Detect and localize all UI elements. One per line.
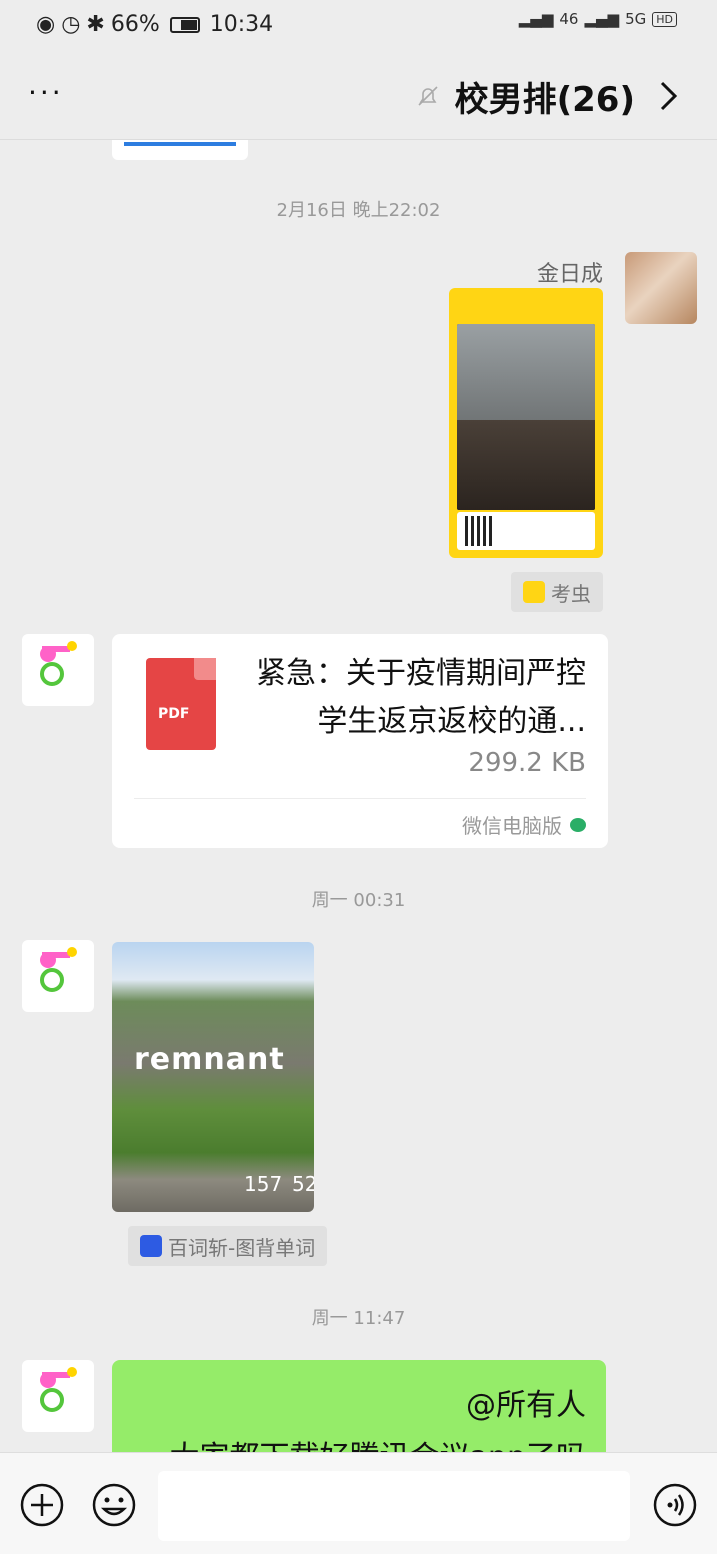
mini-program-card[interactable]: remnant 157 52 (112, 942, 314, 1212)
clock: 10:34 (209, 12, 274, 37)
wechat-icon (570, 817, 586, 832)
divider (134, 798, 586, 799)
eye-icon: ◉ (36, 12, 56, 37)
file-title: 紧急：关于疫情期间严控学生返京返校的通... (256, 656, 586, 739)
cartoon-avatar-icon (40, 1367, 77, 1412)
status-bar: ◉ ◷ ✱ 66% 10:34 ▂▄▆ 46 ▂▄▆ 5G HD (0, 0, 717, 52)
pdf-icon: PDF (146, 658, 216, 750)
more-button[interactable]: ··· (28, 78, 76, 114)
app-source-tag[interactable]: 百词斩-图背单词 (128, 1226, 328, 1266)
file-source: 微信电脑版 (462, 810, 586, 839)
chat-title: 校男排(26) (454, 79, 635, 120)
cartoon-avatar-icon (40, 947, 77, 992)
title-group: 校男排(26) (415, 70, 689, 122)
timestamp: 周一 11:47 (311, 1308, 406, 1329)
bell-mute-icon (418, 86, 438, 106)
qr-code-icon (465, 516, 495, 546)
smile-icon[interactable] (90, 1481, 138, 1529)
sender-name: 金日成 (536, 262, 603, 287)
avatar[interactable] (625, 252, 697, 324)
back-button[interactable] (649, 74, 689, 118)
text-line: @所有人 (466, 1388, 586, 1423)
network-label: 46 (559, 10, 579, 28)
avatar[interactable] (22, 940, 94, 1012)
avatar[interactable] (22, 1360, 94, 1432)
text-line: 大家都下载好腾讯会议app了吗 (170, 1432, 586, 1452)
poster-image (457, 324, 595, 510)
alarm-icon: ◷ (61, 12, 81, 37)
timestamp: 周一 00:31 (311, 890, 406, 911)
kaochong-icon (523, 581, 545, 603)
signal-icon-2: ▂▄▆ (584, 10, 620, 28)
app-tag-label: 考虫 (551, 581, 591, 606)
poster-footer (457, 512, 595, 550)
chat-area[interactable]: 2月16日 晚上22:02 金日成 考虫 PDF 紧急：关于疫情期间严控学生返京… (0, 140, 717, 1452)
battery-percent: 66% (110, 12, 160, 37)
input-bar (0, 1452, 717, 1554)
status-right: ▂▄▆ 46 ▂▄▆ 5G HD (519, 10, 677, 28)
file-source-label: 微信电脑版 (462, 814, 562, 838)
battery-icon (169, 16, 200, 33)
text-message[interactable]: @所有人 大家都下载好腾讯会议app了吗 (112, 1360, 606, 1452)
partial-message-card[interactable] (112, 140, 248, 160)
file-message[interactable]: PDF 紧急：关于疫情期间严控学生返京返校的通... 299.2 KB 微信电脑… (112, 634, 608, 848)
voice-icon[interactable] (651, 1481, 699, 1529)
plus-circle-icon[interactable] (18, 1481, 66, 1529)
network-label-2: 5G (625, 10, 647, 28)
app-tag-label: 百词斩-图背单词 (168, 1235, 316, 1260)
signal-icon: ▂▄▆ (518, 10, 554, 28)
mini-program-poster[interactable] (449, 288, 603, 558)
photo-word: remnant (134, 1042, 285, 1077)
baicizhan-icon (140, 1235, 162, 1257)
cartoon-avatar-icon (40, 641, 77, 686)
app-source-tag[interactable]: 考虫 (511, 572, 603, 612)
photo-stat-1: 157 (244, 1172, 283, 1196)
timestamp: 2月16日 晚上22:02 (276, 200, 441, 221)
status-left: ◉ ◷ ✱ 66% 10:34 (36, 12, 273, 37)
photo-stat-2: 52 (292, 1172, 314, 1196)
file-size: 299.2 KB (468, 748, 586, 778)
avatar[interactable] (22, 634, 94, 706)
bluetooth-icon: ✱ (86, 12, 105, 37)
chevron-right-icon (660, 81, 678, 111)
chat-header: ··· 校男排(26) (0, 52, 717, 140)
message-input[interactable] (158, 1471, 630, 1541)
hd-badge: HD (652, 11, 677, 27)
